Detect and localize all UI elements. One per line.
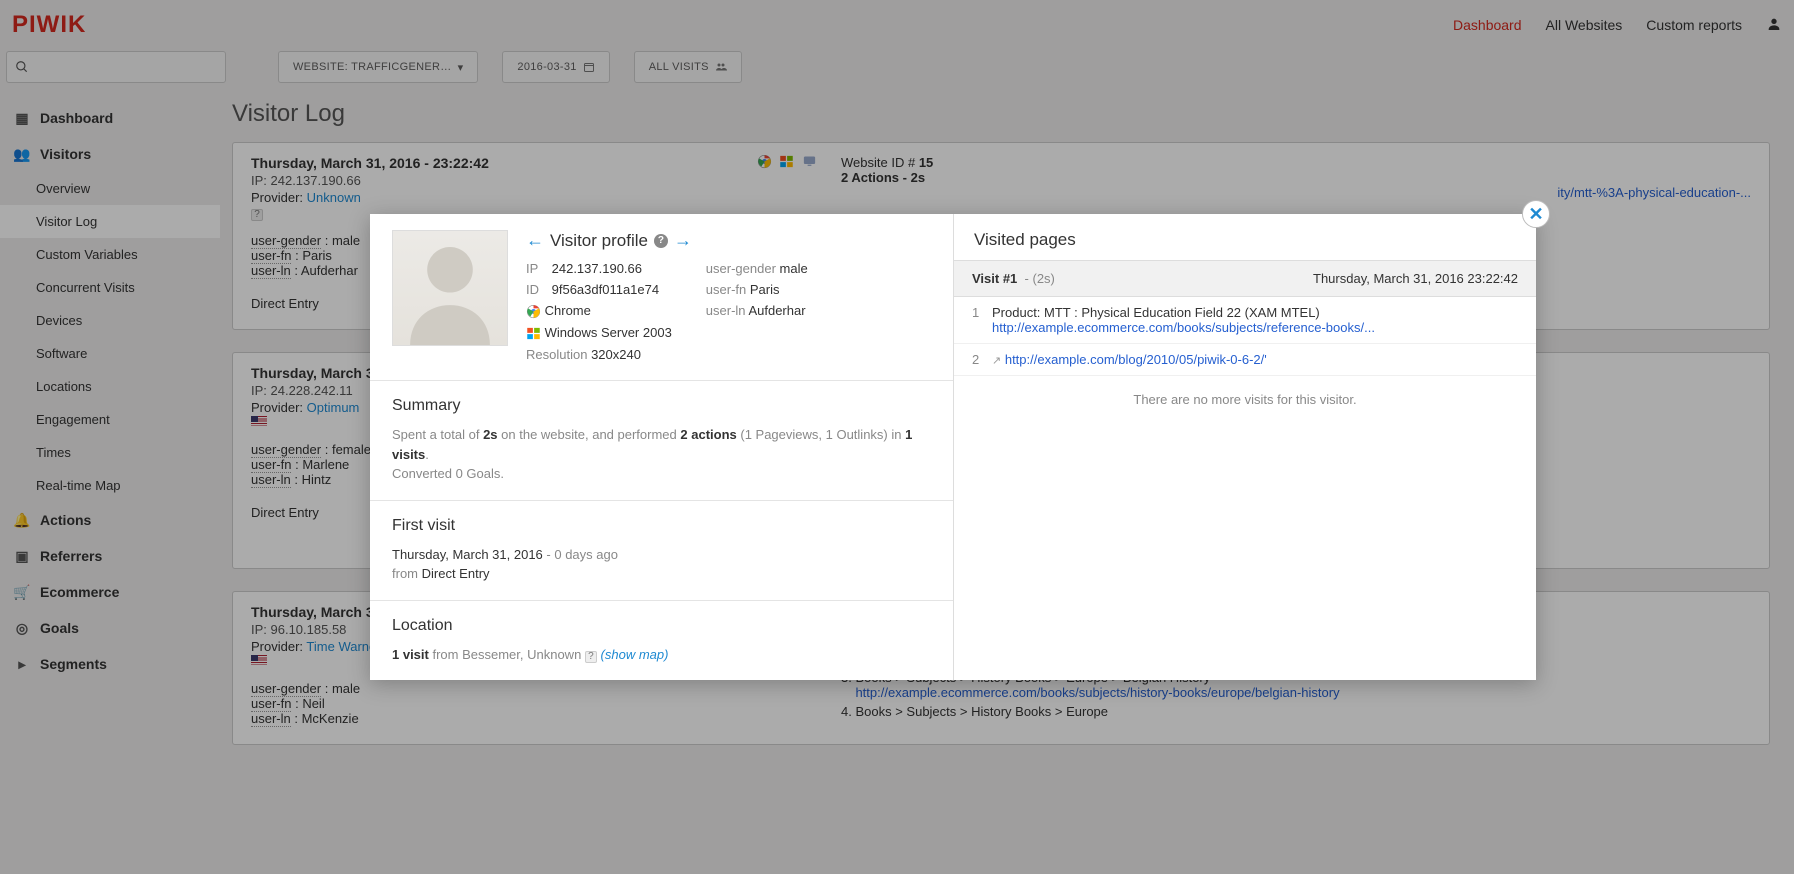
summary-text: Spent a total of 2s on the website, and … (392, 425, 931, 484)
help-icon[interactable]: ? (654, 234, 668, 248)
id-value: 9f56a3df011a1e74 (552, 282, 659, 297)
ln-value: Aufderhar (748, 303, 805, 318)
res-value: 320x240 (591, 347, 641, 362)
no-more-visits: There are no more visits for this visito… (954, 376, 1536, 423)
page-row: 2 ↗ http://example.com/blog/2010/05/piwi… (954, 344, 1536, 376)
id-label: ID (526, 282, 548, 297)
prev-visitor-button[interactable]: ← (526, 230, 544, 251)
ln-label: user-ln (706, 303, 746, 318)
gender-value: male (780, 261, 808, 276)
ip-value: 242.137.190.66 (552, 261, 642, 276)
page-link[interactable]: http://example.com/blog/2010/05/piwik-0-… (1005, 352, 1267, 367)
external-link-icon: ↗ (992, 355, 1001, 367)
visitor-profile-modal: ✕ ← Visitor profile ? → IP 242.137.190.6… (370, 214, 1536, 680)
fn-label: user-fn (706, 282, 746, 297)
unknown-flag-icon: ? (585, 651, 597, 663)
location-heading: Location (392, 617, 931, 635)
windows-icon (526, 326, 541, 341)
page-row: 1 Product: MTT : Physical Education Fiel… (954, 297, 1536, 344)
show-map-link[interactable]: (show map) (601, 647, 669, 662)
gender-label: user-gender (706, 261, 776, 276)
visited-pages-heading: Visited pages (954, 214, 1536, 260)
avatar (392, 230, 508, 346)
page-num: 2 (972, 352, 982, 367)
modal-title: Visitor profile (550, 231, 648, 251)
first-visit-heading: First visit (392, 517, 931, 535)
visit-date: Thursday, March 31, 2016 23:22:42 (1313, 271, 1518, 286)
browser-value: Chrome (545, 303, 591, 318)
res-label: Resolution (526, 347, 587, 362)
visit-header[interactable]: Visit #1 - (2s) Thursday, March 31, 2016… (954, 260, 1536, 297)
page-num: 1 (972, 305, 982, 335)
page-title: Product: MTT : Physical Education Field … (992, 305, 1518, 320)
page-link[interactable]: http://example.ecommerce.com/books/subje… (992, 320, 1518, 335)
summary-heading: Summary (392, 397, 931, 415)
first-visit-text: Thursday, March 31, 2016 - 0 days agofro… (392, 545, 931, 584)
next-visitor-button[interactable]: → (674, 230, 692, 251)
location-text: 1 visit from Bessemer, Unknown ? (show m… (392, 645, 931, 665)
fn-value: Paris (750, 282, 780, 297)
close-button[interactable]: ✕ (1522, 200, 1550, 228)
ip-label: IP (526, 261, 548, 276)
chrome-icon (526, 304, 541, 319)
os-value: Windows Server 2003 (545, 325, 672, 340)
